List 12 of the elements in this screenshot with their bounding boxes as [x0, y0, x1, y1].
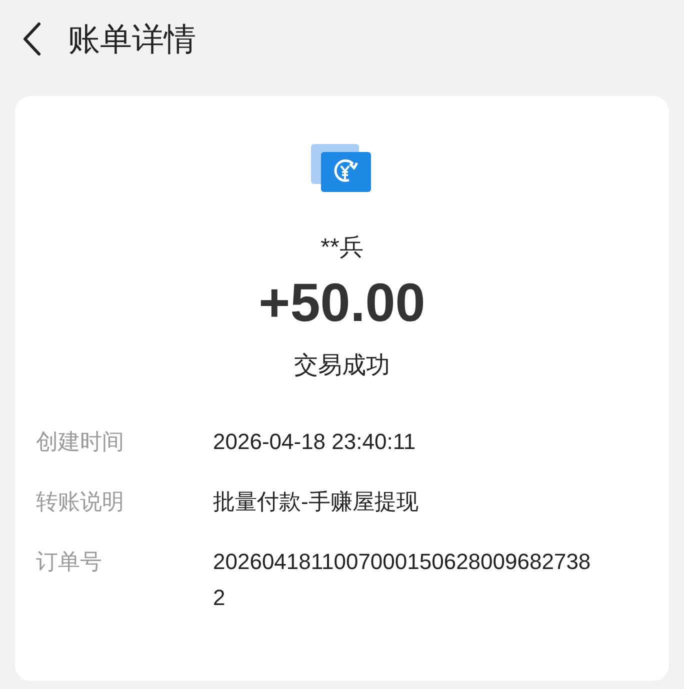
detail-value: 批量付款-手赚屋提现 [213, 488, 420, 516]
amount: +50.00 [258, 276, 426, 330]
back-icon [22, 22, 42, 56]
status-text: 交易成功 [294, 351, 390, 381]
transfer-icon [311, 144, 373, 194]
detail-value: 2026-04-18 23:40:11 [213, 428, 417, 456]
detail-label: 转账说明 [36, 488, 125, 516]
detail-label: 创建时间 [36, 428, 125, 456]
page-title: 账单详情 [68, 20, 196, 59]
detail-label: 订单号 [36, 548, 103, 576]
counterparty-name: **兵 [320, 233, 364, 263]
detail-value: 20260418110070001506280096827382 [213, 548, 592, 612]
